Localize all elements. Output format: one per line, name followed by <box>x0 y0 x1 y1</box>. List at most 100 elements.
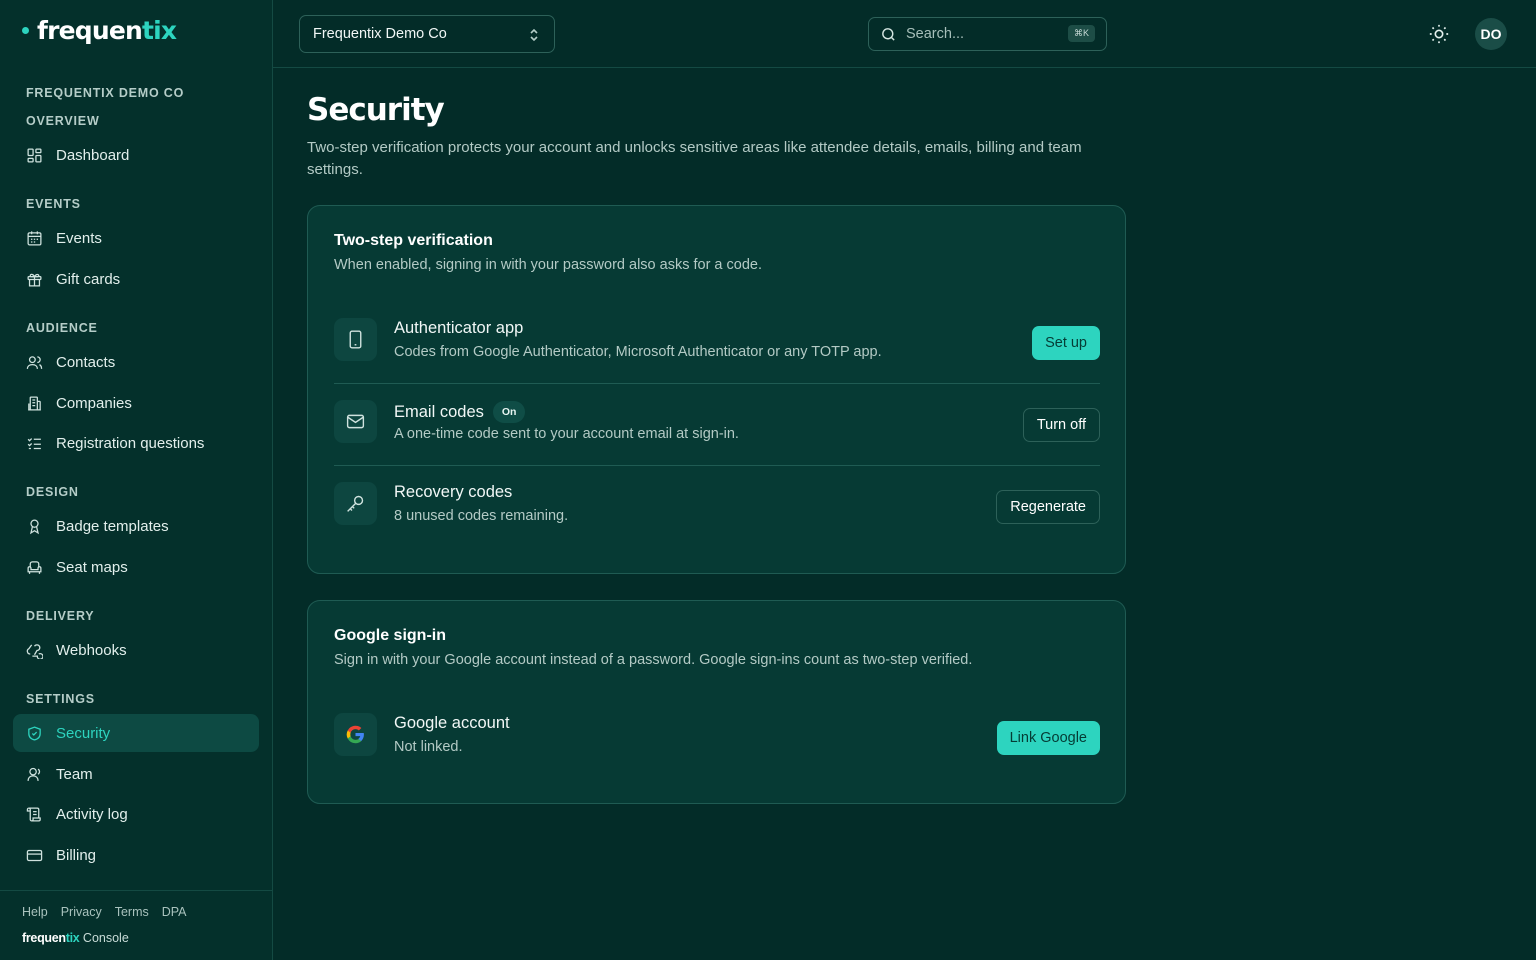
sidebar-item-seat-maps[interactable]: Seat maps <box>13 548 259 586</box>
row-title-text: Email codes <box>394 402 484 421</box>
sidebar-item-label: Team <box>56 765 93 783</box>
topbar: Frequentix Demo Co Search... ⌘K DO <box>273 0 1536 68</box>
sidebar-item-label: Events <box>56 229 102 247</box>
section-label-delivery: DELIVERY <box>26 609 95 623</box>
link-google-button[interactable]: Link Google <box>996 721 1100 755</box>
row-icon <box>334 713 377 756</box>
google-signin-card: Google sign-in Sign in with your Google … <box>307 600 1126 804</box>
search-input[interactable]: Search... ⌘K <box>868 17 1107 51</box>
card-subtitle: When enabled, signing in with your passw… <box>334 257 762 273</box>
sidebar-item-label: Companies <box>56 394 132 412</box>
org-switcher[interactable]: Frequentix Demo Co <box>299 15 555 53</box>
page-title: Security <box>307 92 445 128</box>
row-icon <box>334 318 377 361</box>
sidebar-item-registration-questions[interactable]: Registration questions <box>13 424 259 462</box>
search-shortcut: ⌘K <box>1067 25 1095 42</box>
recovery-codes-row: Recovery codes 8 unused codes remaining.… <box>334 466 1100 548</box>
sun-icon[interactable] <box>1428 23 1450 45</box>
key-icon <box>347 495 364 512</box>
avatar[interactable]: DO <box>1475 18 1507 50</box>
scroll-icon <box>26 806 41 822</box>
footer-link-help[interactable]: Help <box>22 905 48 919</box>
sidebar-item-label: Gift cards <box>56 270 121 288</box>
email-codes-row: Email codes On A one-time code sent to y… <box>334 384 1100 466</box>
regenerate-button[interactable]: Regenerate <box>996 490 1100 524</box>
sidebar-item-dashboard[interactable]: Dashboard <box>13 136 259 174</box>
building-icon <box>28 395 41 411</box>
checklist-icon <box>27 437 41 449</box>
set-up-button[interactable]: Set up <box>1032 326 1100 360</box>
section-label-settings: SETTINGS <box>26 692 95 706</box>
section-label-events: EVENTS <box>26 197 81 211</box>
row-title: Email codes On <box>394 401 526 423</box>
row-description: Not linked. <box>394 739 463 755</box>
section-label-design: DESIGN <box>26 485 79 499</box>
sidebar: frequen tix FREQUENTIX DEMO CO OVERVIEW D… <box>0 0 273 960</box>
sidebar-item-activity-log[interactable]: Activity log <box>13 795 259 833</box>
sidebar-item-webhooks[interactable]: Webhooks <box>13 631 259 669</box>
org-switcher-label: Frequentix Demo Co <box>313 26 447 42</box>
section-label-audience: AUDIENCE <box>26 321 98 335</box>
footer-brand-accent: tix <box>65 931 80 945</box>
footer-link-dpa[interactable]: DPA <box>162 905 187 919</box>
row-title: Authenticator app <box>394 319 524 337</box>
logo-text-accent: tix <box>142 15 177 45</box>
phone-icon <box>349 330 362 349</box>
row-description: A one-time code sent to your account ema… <box>394 426 739 442</box>
calendar-icon <box>27 230 42 246</box>
seat-icon <box>27 560 42 574</box>
row-icon <box>334 482 377 525</box>
google-account-row: Google account Not linked. Link Google <box>334 697 1100 779</box>
turn-off-button[interactable]: Turn off <box>1022 408 1100 442</box>
row-description: 8 unused codes remaining. <box>394 508 569 524</box>
footer-link-privacy[interactable]: Privacy <box>61 905 102 919</box>
credit-card-icon <box>26 849 43 861</box>
row-title: Google account <box>394 714 510 732</box>
sidebar-item-contacts[interactable]: Contacts <box>13 343 259 381</box>
sidebar-item-security[interactable]: Security <box>13 714 259 752</box>
chevrons-up-down-icon <box>530 28 538 42</box>
sidebar-item-gift-cards[interactable]: Gift cards <box>13 260 259 298</box>
page-subtitle: Two-step verification protects your acco… <box>307 139 1082 178</box>
sidebar-item-label: Seat maps <box>56 558 128 576</box>
card-subtitle: Sign in with your Google account instead… <box>334 652 973 668</box>
google-icon <box>346 725 364 744</box>
row-description: Codes from Google Authenticator, Microso… <box>394 344 882 360</box>
footer-brand-suffix: Console <box>79 931 129 945</box>
sidebar-item-team[interactable]: Team <box>13 755 259 793</box>
status-badge: On <box>492 401 526 423</box>
sidebar-item-label: Activity log <box>56 805 128 823</box>
webhook-icon <box>26 643 43 659</box>
sidebar-item-badge-templates[interactable]: Badge templates <box>13 507 259 545</box>
sidebar-item-label: Registration questions <box>56 434 205 452</box>
mail-icon <box>346 414 365 429</box>
shield-icon <box>28 725 41 741</box>
card-title: Google sign-in <box>334 627 446 644</box>
search-icon <box>882 27 895 41</box>
logo-text-primary: frequen <box>37 15 143 45</box>
gift-icon <box>27 273 42 287</box>
brand-logo[interactable]: frequen tix <box>22 14 177 46</box>
footer-brand-primary: frequen <box>22 931 66 945</box>
dashboard-icon <box>27 147 42 163</box>
sidebar-item-label: Webhooks <box>56 641 127 659</box>
sidebar-item-billing[interactable]: Billing <box>13 836 259 874</box>
sidebar-item-events[interactable]: Events <box>13 219 259 257</box>
search-placeholder: Search... <box>906 26 965 42</box>
sidebar-item-companies[interactable]: Companies <box>13 384 259 422</box>
authenticator-row: Authenticator app Codes from Google Auth… <box>334 302 1100 384</box>
footer-brand: frequentix Console <box>22 931 129 945</box>
card-title: Two-step verification <box>334 232 493 249</box>
section-label-overview: OVERVIEW <box>26 114 100 128</box>
sidebar-item-label: Contacts <box>56 353 116 371</box>
footer-links: Help Privacy Terms DPA <box>22 905 187 919</box>
badge-icon <box>29 518 40 534</box>
sidebar-item-label: Security <box>56 724 111 742</box>
sidebar-item-label: Badge templates <box>56 517 169 535</box>
sidebar-footer: Help Privacy Terms DPA frequentix Consol… <box>0 890 272 960</box>
sidebar-item-label: Billing <box>56 846 97 864</box>
user-icon <box>27 767 41 781</box>
two-step-card: Two-step verification When enabled, sign… <box>307 205 1126 574</box>
sidebar-item-label: Dashboard <box>56 146 130 164</box>
footer-link-terms[interactable]: Terms <box>115 905 149 919</box>
